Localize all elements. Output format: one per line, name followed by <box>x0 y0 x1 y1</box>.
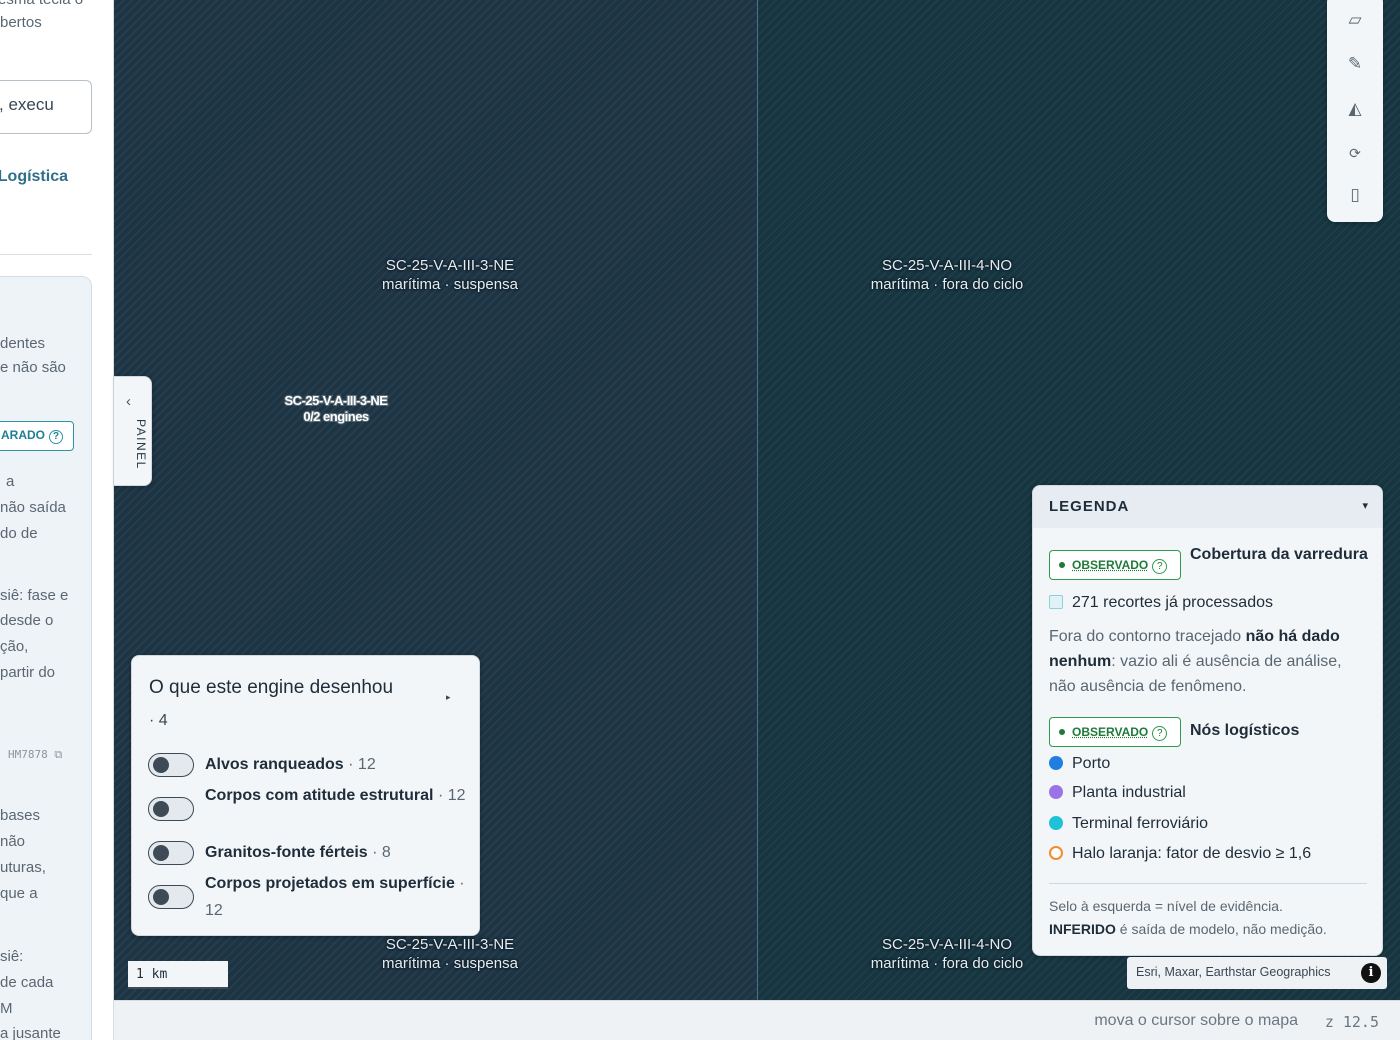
layer-toggle-row[interactable]: Corpos com atitude estrutural · 12 <box>148 782 468 836</box>
layer-toggle-row[interactable]: Corpos projetados em superfície · 12 <box>148 870 468 924</box>
halo-ring-icon <box>1049 845 1063 860</box>
rail-dot-icon <box>1049 815 1063 830</box>
evidence-badge[interactable]: ARADO? <box>0 421 74 451</box>
panel-toggle-label: PAINEL <box>134 419 148 470</box>
map-toolbar: ▱ ✎ ◭ ⟳ ▯ <box>1327 0 1383 222</box>
tile-label: SC-25-V-A-III-4-NO marítima · fora do cic… <box>870 257 1024 293</box>
logistics-link[interactable]: Logística <box>0 168 68 186</box>
side-text: bertos <box>0 14 42 31</box>
side-text: ção, <box>0 638 29 655</box>
side-text: de cada <box>0 974 54 991</box>
code-ref[interactable]: HM7878 ⧉ <box>8 748 62 762</box>
legend-item: 271 recortes já processados <box>1049 592 1273 614</box>
divider <box>0 254 92 255</box>
info-icon[interactable]: i <box>1361 963 1381 983</box>
side-text: bases <box>0 807 41 824</box>
legend-item: Terminal ferroviário <box>1049 813 1208 835</box>
side-text: uturas, <box>0 859 46 876</box>
tile-label: SC-25-V-A-III-3-NE marítima · suspensa <box>382 936 518 972</box>
layer-toggle-row[interactable]: Granitos-fonte férteis · 8 <box>148 840 468 867</box>
caret-down-icon: ▾ <box>1362 500 1368 512</box>
tile-label: SC-25-V-A-III-3-NE marítima · suspensa <box>382 257 518 293</box>
ruler-icon[interactable]: ▯ <box>1341 181 1369 209</box>
port-dot-icon <box>1049 755 1063 770</box>
side-text: a <box>6 473 15 490</box>
legend-item: Planta industrial <box>1049 782 1186 804</box>
engine-layers-panel: O que este engine desenhou · 4 ▸ Alvos ra… <box>131 655 480 936</box>
layer-toggle-row[interactable]: Alvos ranqueados · 12 <box>148 753 468 780</box>
help-icon: ? <box>1152 726 1168 741</box>
evidence-badge[interactable]: OBSERVADO? <box>1049 550 1181 580</box>
legend-panel: LEGENDA ▾ OBSERVADO? Cobertura da varred… <box>1032 485 1383 956</box>
caret-right-icon[interactable]: ▸ <box>446 692 451 703</box>
legend-title: LEGENDA <box>1049 498 1130 515</box>
status-bar: mova o cursor sobre o mapa z 12.5 <box>114 1000 1400 1040</box>
side-text: M <box>0 1000 13 1017</box>
layer-label: Granitos-fonte férteis · 8 <box>205 844 391 861</box>
coverage-title: Cobertura da varredura <box>1190 546 1368 563</box>
info-card <box>0 276 92 1040</box>
scale-bar: 1 km <box>128 961 228 989</box>
legend-header[interactable]: LEGENDA ▾ <box>1033 486 1382 528</box>
divider <box>1049 883 1367 884</box>
evidence-badge[interactable]: OBSERVADO? <box>1049 717 1181 747</box>
side-text: e não são <box>0 359 66 376</box>
panel-toggle-tab[interactable]: ‹ PAINEL <box>114 376 152 486</box>
search-input[interactable]: , execu <box>0 80 92 134</box>
tile-label: SC-25-V-A-III-4-NO marítima · fora do cic… <box>870 936 1024 972</box>
layer-label: Corpos com atitude estrutural · 12 <box>205 787 466 804</box>
side-text: dentes <box>0 335 46 352</box>
layer-label: Corpos projetados em superfície · 12 <box>205 875 465 919</box>
legend-item: Porto <box>1049 753 1110 775</box>
nodes-title: Nós logísticos <box>1190 722 1300 739</box>
engine-panel-title[interactable]: O que este engine desenhou · 4 <box>149 672 439 737</box>
map-attribution: Esri, Maxar, Earthstar Geographics i <box>1127 957 1387 989</box>
refresh-icon[interactable]: ⟳ <box>1341 139 1369 167</box>
side-text: siê: <box>0 948 24 965</box>
zoom-level: z 12.5 <box>1324 1013 1379 1031</box>
side-text: do de <box>0 525 38 542</box>
side-text: não <box>0 833 26 850</box>
side-text: a jusante <box>0 1025 61 1040</box>
pencil-icon[interactable]: ✎ <box>1341 50 1369 78</box>
legend-footnote: Selo à esquerda = nível de evidência. INF… <box>1049 898 1327 937</box>
chevron-left-icon: ‹ <box>126 393 131 410</box>
side-text: não saída <box>0 499 66 516</box>
side-text: partir do <box>0 664 56 681</box>
help-icon: ? <box>1152 559 1168 574</box>
side-text: que a <box>0 885 38 902</box>
side-text: siê: fase e <box>0 587 69 604</box>
plant-dot-icon <box>1049 784 1063 799</box>
layer-toggle[interactable] <box>148 797 194 821</box>
side-text: desde o <box>0 612 54 629</box>
side-panel: esma tecla o bertos , execu Logística de… <box>0 0 114 1040</box>
side-text: esma tecla o <box>0 0 83 11</box>
legend-note: Fora do contorno tracejado não há dado n… <box>1049 628 1342 695</box>
tile-seam <box>757 0 758 1000</box>
layer-toggle[interactable] <box>148 885 194 909</box>
parallelogram-icon[interactable]: ▱ <box>1341 6 1369 34</box>
layer-toggle[interactable] <box>148 753 194 777</box>
coverage-swatch <box>1049 594 1063 609</box>
map-marker-label[interactable]: SC-25-V-A-III-3-NE 0/2 engines <box>266 392 406 425</box>
layer-label: Alvos ranqueados · 12 <box>205 756 376 773</box>
legend-item: Halo laranja: fator de desvio ≥ 1,6 <box>1049 843 1311 865</box>
cursor-hint: mova o cursor sobre o mapa <box>1094 1012 1298 1029</box>
layer-toggle[interactable] <box>148 841 194 865</box>
terrain-icon[interactable]: ◭ <box>1341 95 1369 123</box>
